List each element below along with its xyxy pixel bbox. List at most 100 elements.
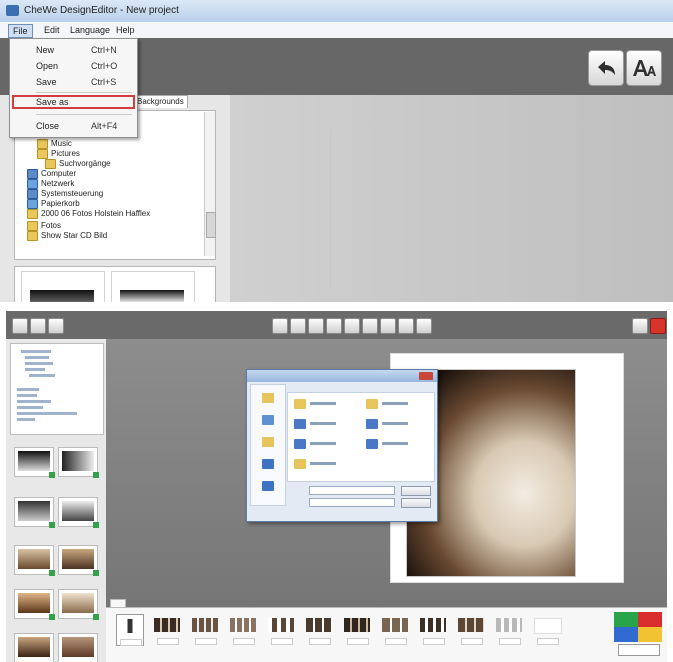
page-thumbnail[interactable] xyxy=(230,614,256,645)
page-thumbnail[interactable] xyxy=(192,614,218,645)
grid-button[interactable] xyxy=(308,318,324,334)
tree-item-recycle-bin[interactable]: Papierkorb xyxy=(27,199,80,209)
dialog-save-button[interactable] xyxy=(401,486,431,496)
page-thumbnail[interactable] xyxy=(534,614,562,645)
used-marker-icon xyxy=(93,614,99,620)
app-icon xyxy=(6,5,19,16)
save-project-button[interactable] xyxy=(48,318,64,334)
menu-file[interactable]: File xyxy=(8,24,33,38)
undo-button-small[interactable] xyxy=(272,318,288,334)
overview-folder-tree[interactable] xyxy=(10,343,104,435)
folder-icon[interactable] xyxy=(366,399,378,409)
image-thumbnail[interactable] xyxy=(14,447,55,478)
network-icon xyxy=(27,179,38,189)
image-thumbnail[interactable] xyxy=(14,633,54,662)
folder-icon xyxy=(37,149,48,159)
menu-item-open[interactable]: Open Ctrl+O xyxy=(10,59,137,73)
tree-item-computer[interactable]: Computer xyxy=(27,169,76,179)
folder-icon[interactable] xyxy=(294,439,306,449)
network-icon[interactable] xyxy=(262,481,274,491)
menu-item-new[interactable]: New Ctrl+N xyxy=(10,43,137,57)
tree-item-folder-photos-2000[interactable]: 2000 06 Fotos Holstein Hafflex xyxy=(27,209,150,219)
close-icon[interactable] xyxy=(419,372,433,380)
open-project-button[interactable] xyxy=(30,318,46,334)
image-thumbnail[interactable] xyxy=(14,589,55,620)
font-button[interactable] xyxy=(626,50,662,86)
menu-item-close[interactable]: Close Alt+F4 xyxy=(10,119,137,133)
tree-row xyxy=(17,394,37,397)
folder-icon[interactable] xyxy=(294,419,306,429)
dialog-cancel-button[interactable] xyxy=(401,498,431,508)
filetype-select[interactable] xyxy=(309,498,395,507)
page-thumbnail[interactable] xyxy=(382,614,408,645)
page-thumbnail[interactable] xyxy=(268,614,294,645)
page-thumbnail[interactable] xyxy=(306,614,332,645)
scrollbar-thumb[interactable] xyxy=(206,212,216,238)
menu-help[interactable]: Help xyxy=(112,24,139,36)
page-thumbnail[interactable] xyxy=(420,614,446,645)
page-caption xyxy=(271,638,293,645)
page-thumbnail[interactable] xyxy=(344,614,370,645)
menu-language[interactable]: Language xyxy=(66,24,114,36)
page-thumbnail[interactable] xyxy=(496,614,522,645)
folder-icon[interactable] xyxy=(366,439,378,449)
image-thumbnail[interactable] xyxy=(14,497,55,528)
tree-item-searches[interactable]: Suchvorgänge xyxy=(45,159,111,169)
used-marker-icon xyxy=(93,570,99,576)
image-thumbnail[interactable] xyxy=(58,633,98,662)
page-thumbnail-image xyxy=(117,619,143,633)
folder-icon[interactable] xyxy=(294,399,306,409)
folder-icon xyxy=(27,221,38,231)
tree-scrollbar[interactable] xyxy=(204,112,216,256)
zoom-fit-button[interactable] xyxy=(416,318,432,334)
tree-item-fotos[interactable]: Fotos xyxy=(27,221,61,231)
layout-button[interactable] xyxy=(326,318,342,334)
menu-item-save[interactable]: Save Ctrl+S xyxy=(10,75,137,89)
zoom-out-button[interactable] xyxy=(398,318,414,334)
page-thumbnail[interactable] xyxy=(458,614,484,645)
image-thumbnail[interactable] xyxy=(21,271,105,302)
folder-icon[interactable] xyxy=(262,437,274,447)
page-thumbnail[interactable] xyxy=(116,614,144,646)
overview-toolbar xyxy=(6,311,667,340)
page-filmstrip[interactable] xyxy=(106,607,667,662)
zoom-in-button[interactable] xyxy=(380,318,396,334)
image-thumbnail[interactable] xyxy=(58,447,99,478)
file-label xyxy=(310,422,336,425)
dialog-navigation-pane[interactable] xyxy=(250,384,286,506)
font-button-small[interactable] xyxy=(290,318,306,334)
thumbnail-image xyxy=(30,290,94,302)
page-caption xyxy=(347,638,369,645)
image-thumbnail[interactable] xyxy=(58,589,99,620)
image-thumbnail[interactable] xyxy=(58,545,99,576)
tree-item-network[interactable]: Netzwerk xyxy=(27,179,74,189)
dialog-file-list[interactable] xyxy=(287,392,435,482)
tab-backgrounds[interactable]: Backgrounds xyxy=(130,95,188,108)
folder-icon[interactable] xyxy=(294,459,306,469)
folder-icon[interactable] xyxy=(366,419,378,429)
tree-item-show-star[interactable]: Show Star CD Bild xyxy=(27,231,107,241)
menu-edit[interactable]: Edit xyxy=(40,24,64,36)
cart-button[interactable] xyxy=(632,318,648,334)
page-thumbnail[interactable] xyxy=(154,614,180,645)
undo-button[interactable] xyxy=(588,50,624,86)
desktop-icon[interactable] xyxy=(262,415,274,425)
rotate-right-button[interactable] xyxy=(362,318,378,334)
folder-icon xyxy=(27,231,38,241)
tree-item-pictures[interactable]: Pictures xyxy=(37,149,80,159)
image-thumbnail[interactable] xyxy=(58,497,99,528)
new-project-button[interactable] xyxy=(12,318,28,334)
logo-caption-button[interactable] xyxy=(618,644,660,656)
order-button[interactable] xyxy=(650,318,666,334)
image-thumbnail[interactable] xyxy=(111,271,195,302)
thumbnail-image xyxy=(18,593,50,613)
file-label xyxy=(382,422,408,425)
image-thumbnail[interactable] xyxy=(14,545,55,576)
folder-icon[interactable] xyxy=(262,393,274,403)
tree-item-control-panel[interactable]: Systemsteuerung xyxy=(27,189,103,199)
rotate-left-button[interactable] xyxy=(344,318,360,334)
computer-icon[interactable] xyxy=(262,459,274,469)
design-canvas[interactable] xyxy=(230,95,673,302)
filename-field[interactable] xyxy=(309,486,395,495)
tree-item-music[interactable]: Music xyxy=(37,139,72,149)
